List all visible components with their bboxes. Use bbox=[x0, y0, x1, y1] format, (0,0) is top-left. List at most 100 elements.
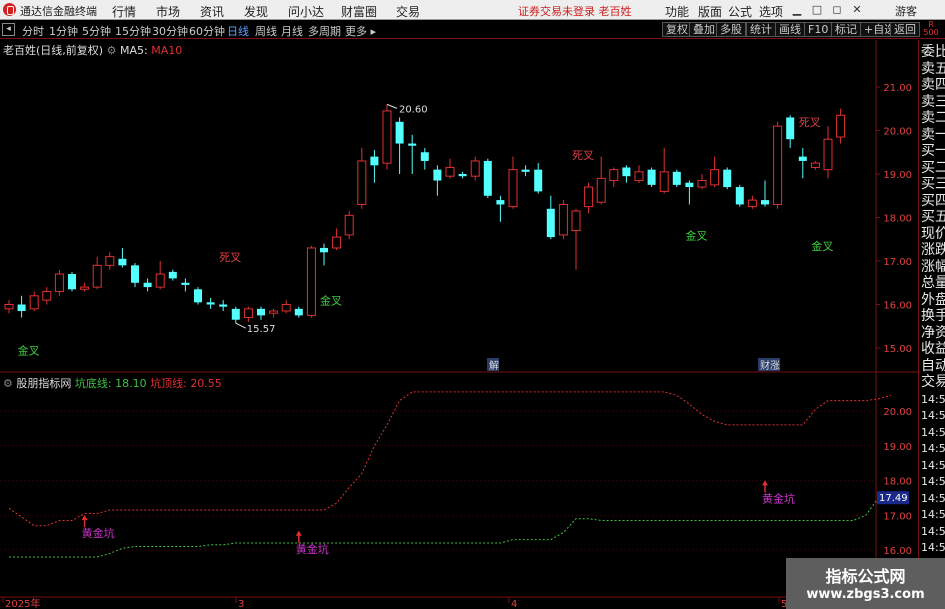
quote-field: 交易 bbox=[921, 374, 945, 390]
candle-body-up bbox=[823, 138, 833, 171]
candle-body-down bbox=[685, 182, 694, 188]
ma10-label: MA10 bbox=[151, 44, 183, 57]
sub-tick-label: 17.00 bbox=[883, 511, 912, 522]
signal-label: 金叉 bbox=[18, 344, 40, 358]
candle-body-up bbox=[836, 114, 846, 138]
sub-pane-title: ⚙ 股朋指标网 坑底线: 18.10 坑顶线: 20.55 bbox=[3, 375, 222, 391]
candle-body-down bbox=[647, 169, 656, 185]
candle-body-down bbox=[534, 169, 543, 192]
candle-body-down bbox=[622, 167, 631, 177]
sub-tick-label: 19.00 bbox=[883, 442, 912, 453]
sub-tick-label: 20.00 bbox=[883, 407, 912, 418]
candle-body-down bbox=[68, 274, 76, 290]
candle-body-down bbox=[294, 308, 303, 316]
price-tick-label: 17.00 bbox=[883, 257, 912, 268]
golden-pit-label: 黄金坑 bbox=[762, 491, 795, 505]
signal-label: 死叉 bbox=[799, 116, 821, 129]
event-marker-jie: 解 bbox=[489, 359, 499, 372]
candle-body-up bbox=[470, 160, 480, 177]
candle-body-up bbox=[810, 162, 820, 168]
candle-body-up bbox=[92, 264, 102, 288]
signal-label: 金叉 bbox=[811, 239, 833, 253]
quote-panel: 委比 卖五 卖四 卖三 卖二 卖一 买一 买二 买三 买四 买五 现价 涨跌 涨幅 总量 外盘 换手 净资 收益 自动… bbox=[918, 40, 945, 609]
date-tick-label: 4 bbox=[511, 599, 517, 609]
quote-field: 收益 bbox=[921, 341, 945, 357]
golden-pit-arrow-head bbox=[81, 515, 88, 521]
candle-body-down bbox=[458, 174, 467, 177]
quote-field: 14:56 bbox=[921, 425, 945, 439]
candle-body-down bbox=[420, 152, 429, 161]
low-arrow bbox=[235, 322, 247, 329]
quote-field: 买一 bbox=[921, 143, 945, 159]
quote-field: 卖五 bbox=[921, 60, 945, 77]
candle-body-up bbox=[269, 310, 279, 314]
candle-body-up bbox=[42, 290, 52, 301]
quote-field: 买三 bbox=[921, 176, 945, 192]
candle-body-up bbox=[332, 236, 342, 249]
quote-field: 14:56 bbox=[921, 409, 945, 422]
candle-body-up bbox=[659, 171, 669, 192]
candle-body-up bbox=[155, 273, 165, 288]
candle-body-up bbox=[306, 247, 316, 316]
date-tick-label: 2025年 bbox=[5, 597, 40, 609]
golden-pit-label: 黄金坑 bbox=[82, 526, 115, 540]
candle-body-up bbox=[357, 160, 367, 205]
quote-field: 外盘 bbox=[921, 291, 945, 308]
candle-body-up bbox=[710, 169, 720, 186]
chart-canvas[interactable]: 黄金坑黄金坑黄金坑 21.0020.0019.0018.0017.0016.00… bbox=[0, 0, 945, 609]
quote-field: 14:56 bbox=[921, 541, 945, 554]
signal-label: 死叉 bbox=[572, 149, 594, 162]
settings-icon[interactable]: ⚙ bbox=[107, 44, 117, 57]
candle-body-up bbox=[344, 214, 354, 236]
candle-body-down bbox=[798, 156, 807, 161]
candle-body-down bbox=[408, 143, 417, 146]
quote-field: 14:56 bbox=[921, 475, 945, 488]
event-marker-caizhang: 财涨 bbox=[760, 359, 780, 372]
quote-field: 净资 bbox=[921, 324, 945, 341]
candle-body-up bbox=[281, 304, 291, 312]
candle-body-up bbox=[747, 199, 757, 208]
quote-field: 买五 bbox=[921, 209, 945, 225]
candle-body-down bbox=[370, 156, 379, 166]
quote-field: 14:56 bbox=[921, 508, 945, 521]
golden-pit-arrow-head bbox=[295, 530, 302, 536]
quote-field: 买四 bbox=[921, 192, 945, 209]
candle-body-up bbox=[609, 169, 619, 182]
watermark-url: www.zbgs3.com bbox=[806, 587, 925, 602]
current-value-label: 17.49 bbox=[879, 493, 908, 504]
candle-body-down bbox=[546, 208, 555, 238]
sub-tick-label: 16.00 bbox=[883, 546, 912, 557]
candle-body-up bbox=[571, 210, 581, 232]
watermark-title: 指标公式网 bbox=[825, 567, 906, 586]
main-pane-title: 老百姓(日线,前复权) ⚙ MA5: MA10 bbox=[3, 42, 182, 58]
indicator-line-bottom bbox=[9, 497, 879, 558]
candle-body-down bbox=[131, 265, 139, 283]
candle-body-down bbox=[206, 302, 215, 305]
candle-body-down bbox=[194, 289, 202, 303]
golden-pit-label: 黄金坑 bbox=[296, 542, 329, 556]
high-price-label: 20.60 bbox=[399, 104, 428, 115]
candle-body-down bbox=[118, 258, 127, 266]
quote-field: 14:56 bbox=[921, 442, 945, 455]
quote-field: 卖三 bbox=[921, 93, 945, 110]
quote-field: 买二 bbox=[921, 159, 945, 176]
candle-body-up bbox=[4, 304, 14, 310]
quote-field: 卖四 bbox=[921, 77, 945, 93]
quote-field: 14:56 bbox=[921, 491, 945, 505]
price-tick-label: 15.00 bbox=[883, 344, 912, 355]
bottom-line-label: 坑底线: 18.10 bbox=[74, 377, 147, 390]
settings-icon[interactable]: ⚙ bbox=[3, 377, 13, 390]
candle-body-down bbox=[168, 271, 177, 279]
price-tick-label: 20.00 bbox=[883, 127, 912, 138]
candle-body-up bbox=[508, 169, 518, 208]
quote-field: 自动 bbox=[921, 357, 945, 374]
indicator-line-top bbox=[8, 391, 892, 527]
candle-body-up bbox=[697, 180, 707, 188]
candle-body-up bbox=[54, 273, 64, 292]
price-tick-label: 16.00 bbox=[883, 301, 912, 312]
ma5-label: MA5: bbox=[119, 44, 148, 57]
candle-body-up bbox=[773, 125, 783, 205]
quote-field: 委比 bbox=[921, 44, 945, 60]
candle-body-down bbox=[786, 117, 795, 140]
candle-body-down bbox=[735, 187, 744, 205]
